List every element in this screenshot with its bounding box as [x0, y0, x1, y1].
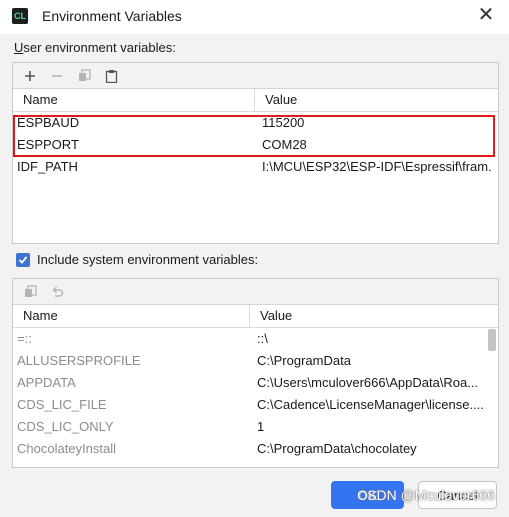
variable-value: C:\ProgramData\chocolatey: [257, 441, 417, 456]
table-row[interactable]: IDF_PATH I:\MCU\ESP32\ESP-IDF\Espressif\…: [13, 156, 498, 178]
user-toolbar: [13, 63, 498, 89]
vertical-scrollbar[interactable]: [488, 329, 496, 351]
user-variables-label: User environment variables:: [14, 40, 176, 55]
paste-icon: [105, 69, 118, 83]
table-row[interactable]: APPDATA C:\Users\mculover666\AppData\Roa…: [13, 372, 498, 394]
variable-name: CDS_LIC_FILE: [17, 397, 107, 412]
user-variables-panel: Name Value ESPBAUD 115200 ESPPORT COM28 …: [12, 62, 499, 244]
system-toolbar: [13, 279, 498, 305]
column-header-name[interactable]: Name: [13, 305, 250, 327]
variable-name: ESPBAUD: [17, 115, 80, 130]
system-table-header: Name Value: [13, 305, 498, 328]
column-header-value[interactable]: Value: [255, 89, 495, 111]
add-variable-button[interactable]: [19, 66, 41, 86]
variable-value: C:\Users\mculover666\AppData\Roa...: [257, 375, 479, 390]
copy-system-variable-button[interactable]: [19, 282, 41, 302]
window-title: Environment Variables: [42, 8, 182, 24]
include-system-checkbox-row[interactable]: Include system environment variables:: [16, 252, 258, 267]
table-row[interactable]: ESPPORT COM28: [13, 134, 498, 156]
table-row[interactable]: CDS_LIC_ONLY 1: [13, 416, 498, 438]
variable-name: ALLUSERSPROFILE: [17, 353, 141, 368]
checkmark-icon: [18, 255, 28, 264]
variable-value: COM28: [262, 137, 307, 152]
table-row[interactable]: ChocolateyInstall C:\ProgramData\chocola…: [13, 438, 498, 460]
cancel-button[interactable]: Cancel: [418, 481, 497, 509]
table-row[interactable]: CDS_LIC_FILE C:\Cadence\LicenseManager\l…: [13, 394, 498, 416]
copy-icon: [78, 69, 91, 82]
user-table-header: Name Value: [13, 89, 498, 112]
app-icon: CL: [12, 8, 28, 24]
table-row[interactable]: ESPBAUD 115200: [13, 112, 498, 134]
variable-name: =::: [17, 331, 32, 346]
copy-variable-button[interactable]: [73, 66, 95, 86]
variable-value: I:\MCU\ESP32\ESP-IDF\Espressif\fram...: [262, 159, 492, 174]
variable-value: C:\ProgramData: [257, 353, 351, 368]
paste-variable-button[interactable]: [100, 66, 122, 86]
include-system-label[interactable]: Include system environment variables:: [37, 252, 258, 267]
ok-button[interactable]: OK: [331, 481, 404, 509]
table-row[interactable]: ALLUSERSPROFILE C:\ProgramData: [13, 350, 498, 372]
title-bar: CL Environment Variables ✕: [0, 0, 509, 34]
variable-value: C:\Cadence\LicenseManager\license....: [257, 397, 484, 412]
include-system-checkbox[interactable]: [16, 252, 30, 267]
variable-name: IDF_PATH: [17, 159, 78, 174]
system-variables-panel: Name Value =:: ::\ ALLUSERSPROFILE C:\Pr…: [12, 278, 499, 468]
close-button[interactable]: ✕: [473, 4, 499, 28]
remove-variable-button[interactable]: [46, 66, 68, 86]
variable-value: ::\: [257, 331, 268, 346]
undo-button[interactable]: [46, 282, 68, 302]
variable-value: 115200: [262, 115, 305, 130]
copy-icon: [24, 285, 37, 298]
column-header-name[interactable]: Name: [13, 89, 255, 111]
minus-icon: [51, 70, 63, 82]
undo-icon: [51, 285, 64, 298]
variable-name: ESPPORT: [17, 137, 79, 152]
table-row[interactable]: =:: ::\: [13, 328, 498, 350]
variable-name: CDS_LIC_ONLY: [17, 419, 114, 434]
variable-name: ChocolateyInstall: [17, 441, 116, 456]
plus-icon: [24, 70, 36, 82]
column-header-value[interactable]: Value: [250, 305, 488, 327]
variable-value: 1: [257, 419, 265, 434]
variable-name: APPDATA: [17, 375, 76, 390]
